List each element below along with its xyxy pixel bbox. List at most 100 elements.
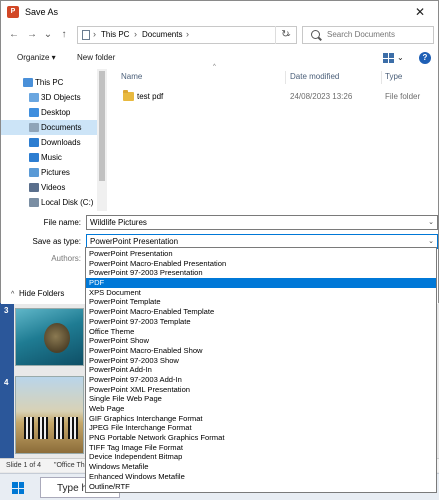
dropdown-option[interactable]: PowerPoint Show [86,336,436,346]
nav-item-3d-objects[interactable]: 3D Objects [1,90,97,105]
column-divider[interactable] [381,71,382,84]
nav-item-desktop[interactable]: Desktop [1,105,97,120]
file-row[interactable]: test pdf 24/08/2023 13:26 File folder [111,89,436,104]
search-icon [311,30,320,39]
dropdown-option[interactable]: PowerPoint 97-2003 Template [86,317,436,327]
powerpoint-icon: P [7,6,19,18]
help-icon[interactable]: ? [419,52,431,64]
pictures-icon [29,168,39,177]
dropdown-option-highlighted[interactable]: PDF [86,278,436,288]
slide-count-status: Slide 1 of 4 [6,462,42,469]
dropdown-option[interactable]: PowerPoint Macro-Enabled Template [86,307,436,317]
dropdown-option[interactable]: Web Page [86,404,436,414]
view-dropdown-chevron-icon[interactable]: ⌄ [397,53,404,62]
breadcrumb-this-pc[interactable]: This PC [101,30,129,39]
back-arrow-icon[interactable]: ← [7,27,21,43]
forward-arrow-icon[interactable]: → [25,27,39,43]
nav-item-pictures[interactable]: Pictures [1,165,97,180]
filename-field[interactable]: ⌄ [86,215,438,230]
theme-status: "Office Th [54,462,85,469]
address-row: ← → ⌄ ↑ › This PC › Documents › ⌄ ↻ [1,25,438,45]
filename-label: File name: [43,218,81,227]
dropdown-option[interactable]: TIFF Tag Image File Format [86,443,436,453]
column-header-date[interactable]: Date modified [290,72,339,81]
dropdown-option[interactable]: PowerPoint Add-In [86,365,436,375]
column-header-type[interactable]: Type [385,72,402,81]
dropdown-option[interactable]: Windows Metafile [86,462,436,472]
dropdown-option[interactable]: PowerPoint Macro-Enabled Show [86,346,436,356]
taskbar-search-text: Type h [57,483,88,494]
dropdown-option[interactable]: PowerPoint Presentation [86,249,436,259]
column-divider[interactable] [285,71,286,84]
desktop-icon [29,108,39,117]
nav-scrollbar-thumb[interactable] [99,71,105,181]
slide-thumbnail-zebras[interactable] [15,376,84,454]
filename-input[interactable] [90,218,410,227]
breadcrumb-documents[interactable]: Documents [142,30,182,39]
dropdown-option[interactable]: PowerPoint XML Presentation [86,385,436,395]
nav-item-label: Music [41,153,62,162]
hide-folders-button[interactable]: ^ Hide Folders [11,289,64,298]
toolbar: Organize ▾ New folder ⌄ ? [1,49,438,69]
column-header-name[interactable]: Name [121,72,142,81]
dropdown-option[interactable]: Enhanced Windows Metafile [86,472,436,482]
nav-scrollbar[interactable] [97,69,107,211]
navigation-pane: This PC 3D Objects Desktop Documents Dow… [1,69,107,211]
dropdown-option[interactable]: Device Independent Bitmap [86,452,436,462]
breadcrumb-separator: › [134,29,137,39]
slide-number: 3 [4,306,9,315]
new-folder-button[interactable]: New folder [77,53,115,62]
nav-item-local-disk[interactable]: Local Disk (C:) [1,195,97,210]
dropdown-option[interactable]: Single File Web Page [86,394,436,404]
save-as-type-value: PowerPoint Presentation [90,237,179,246]
music-icon [29,153,39,162]
nav-item-label: Documents [41,123,82,132]
breadcrumb-separator: › [186,29,189,39]
nav-item-this-pc[interactable]: This PC [1,75,97,90]
dropdown-option[interactable]: PowerPoint Template [86,297,436,307]
dropdown-option[interactable]: PowerPoint Macro-Enabled Presentation [86,259,436,269]
recent-locations-chevron-icon[interactable]: ⌄ [41,27,55,43]
windows-start-icon[interactable] [12,482,24,494]
nav-item-downloads[interactable]: Downloads [1,135,97,150]
dropdown-option[interactable]: PowerPoint 97-2003 Add-In [86,375,436,385]
nav-item-videos[interactable]: Videos [1,180,97,195]
videos-icon [29,183,39,192]
hide-folders-label: Hide Folders [19,289,65,298]
search-input[interactable] [327,30,427,39]
dropdown-option[interactable]: Office Theme [86,327,436,337]
close-button[interactable]: ✕ [402,1,438,24]
sort-caret-icon: ^ [213,64,216,70]
file-type: File folder [385,92,421,101]
view-options-icon[interactable] [383,53,394,63]
slide-number: 4 [4,378,9,387]
nav-item-label: 3D Objects [41,93,81,102]
zebra-image [24,417,34,439]
nav-item-music[interactable]: Music [1,150,97,165]
title-bar: P Save As ✕ [1,1,438,24]
save-as-type-dropdown-list: PowerPoint Presentation PowerPoint Macro… [85,247,437,493]
nav-item-label: This PC [35,78,64,87]
chevron-up-icon: ^ [11,291,15,298]
nav-item-label: Pictures [41,168,70,177]
search-box[interactable] [302,26,434,44]
savetype-label: Save as type: [32,237,81,246]
slide-thumbnail-turtle[interactable] [15,308,84,366]
nav-item-documents[interactable]: Documents [1,120,97,135]
dropdown-option[interactable]: PowerPoint 97-2003 Show [86,356,436,366]
dropdown-option[interactable]: PNG Portable Network Graphics Format [86,433,436,443]
dropdown-option[interactable]: JPEG File Interchange Format [86,423,436,433]
dropdown-option[interactable]: XPS Document [86,288,436,298]
dropdown-option[interactable]: GIF Graphics Interchange Format [86,414,436,424]
filename-dropdown-chevron-icon[interactable]: ⌄ [428,218,434,226]
type-dropdown-chevron-icon[interactable]: ⌄ [428,237,434,245]
organize-button[interactable]: Organize ▾ [17,53,56,62]
dialog-title: Save As [25,7,59,17]
nav-item-label: Videos [41,183,66,192]
dropdown-option[interactable]: PowerPoint 97-2003 Presentation [86,268,436,278]
dropdown-option[interactable]: Outline/RTF [86,482,436,492]
file-name: test pdf [137,92,164,101]
up-arrow-icon[interactable]: ↑ [57,27,71,43]
refresh-icon[interactable]: ↻ [275,26,295,44]
address-bar[interactable]: › This PC › Documents › ⌄ [77,26,297,44]
